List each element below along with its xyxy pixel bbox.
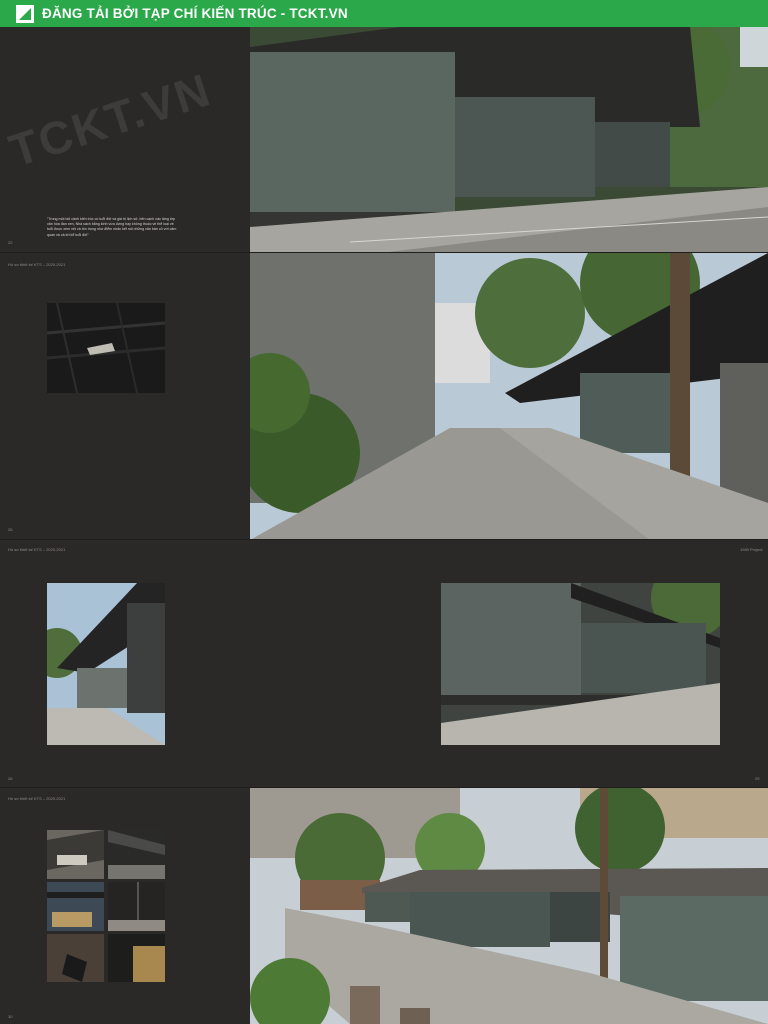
watermark: TCKT.VN — [3, 63, 218, 177]
photo-glass-facade-along-church — [441, 583, 720, 745]
page-number-left: 30 — [8, 1014, 13, 1019]
photo-roof-structure-detail — [47, 303, 165, 393]
page-number-left: 22 — [8, 240, 13, 245]
spread-header-left: Hồ sơ thiết kế KTS – 2020-2021 — [8, 262, 66, 267]
top-banner: ĐĂNG TẢI BỞI TẠP CHÍ KIẾN TRÚC - TCKT.VN — [0, 0, 768, 27]
spread-header-left: Hồ sơ thiết kế KTS – 2020-2021 — [8, 547, 66, 552]
spread-header-right: 1989 Project — [740, 547, 763, 552]
photo-detail-6 — [108, 934, 165, 982]
tckt-logo-icon — [16, 4, 34, 23]
photo-bookstore-corner-view — [47, 583, 165, 745]
photo-detail-4 — [108, 882, 165, 931]
page-number-right: 29 — [755, 776, 760, 781]
spread-3: Hồ sơ thiết kế KTS – 2020-2021 1989 Proj… — [0, 540, 768, 788]
photo-detail-3 — [47, 882, 104, 931]
photo-bookstore-exterior-street — [250, 27, 768, 252]
intro-quote: “Trong một bối cảnh kiến trúc có tuổi đờ… — [47, 217, 177, 237]
photo-aerial-bookstore-pavilion — [250, 788, 768, 1024]
banner-title: ĐĂNG TẢI BỞI TẠP CHÍ KIẾN TRÚC - TCKT.VN — [42, 6, 348, 21]
photo-detail-1 — [47, 830, 104, 879]
spread-4: Hồ sơ thiết kế KTS – 2020-2021 30 31 — [0, 788, 768, 1024]
spread-1: TCKT.VN “Trong một bối cảnh kiến trúc có… — [0, 27, 768, 253]
photo-detail-2 — [108, 830, 165, 879]
photo-detail-5 — [47, 934, 104, 982]
page-number-left: 26 — [8, 527, 13, 532]
photo-street-view-church-and-bookstore — [250, 253, 768, 539]
spread-2: Hồ sơ thiết kế KTS – 2020-2021 1989 Proj… — [0, 253, 768, 540]
spread-header-left: Hồ sơ thiết kế KTS – 2020-2021 — [8, 796, 66, 801]
page-number-left: 28 — [8, 776, 13, 781]
